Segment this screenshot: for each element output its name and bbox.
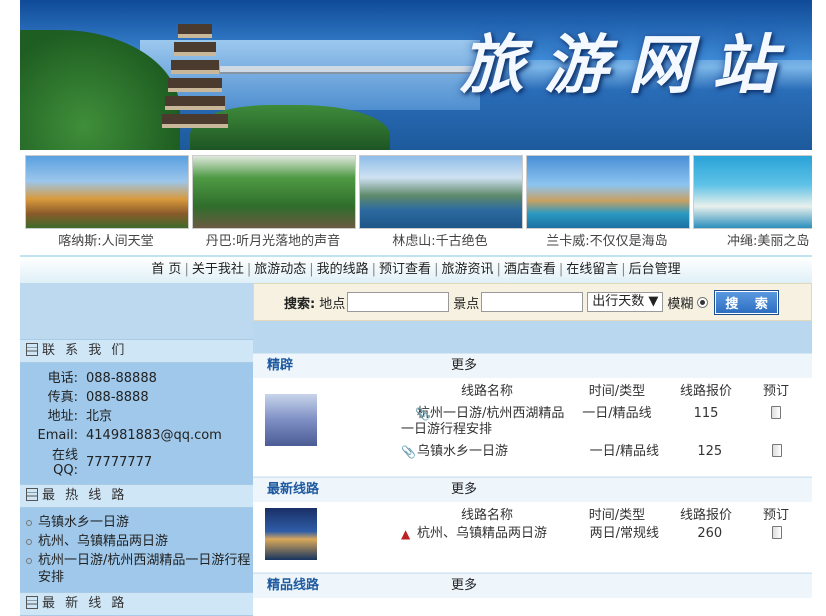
section-body: 线路名称 时间/类型 线路报价 预订 📎 杭州一日游/杭州西湖精品一日游行程安排 … — [253, 378, 812, 477]
book-icon[interactable] — [771, 406, 781, 419]
search-bar: 搜索: 地点 景点 出行天数 ▼ 模糊 搜 索 — [253, 283, 812, 321]
route-price: 260 — [697, 526, 723, 541]
book-icon[interactable] — [772, 444, 783, 457]
route-type: 两日/常规线 — [589, 526, 660, 541]
photo-kanas[interactable] — [25, 155, 189, 229]
contact-label: 地址: — [47, 409, 78, 424]
pagoda-image — [160, 14, 230, 139]
nav-hotels[interactable]: 酒店查看 — [504, 262, 556, 277]
contact-box: 电话: 088-88888 传真: 088-8888 地址: 北京 Email: 414… — [20, 363, 253, 484]
days-select[interactable]: 出行天数 ▼ — [587, 292, 664, 312]
nav-admin[interactable]: 后台管理 — [629, 262, 681, 277]
photo-danba[interactable] — [192, 155, 356, 229]
fuzzy-label: 模糊 — [667, 296, 694, 312]
section-header: 精品线路 更多 — [253, 573, 812, 598]
list-item[interactable]: 杭州、乌镇精品两日游 — [24, 533, 253, 550]
main-content: 搜索: 地点 景点 出行天数 ▼ 模糊 搜 索 精辟 更多 线路名称 时间/类型… — [253, 283, 812, 615]
up-arrow-icon: ▲ — [401, 527, 411, 541]
nav-my-routes[interactable]: 我的线路 — [317, 262, 369, 277]
spot-label: 景点 — [453, 296, 480, 312]
route-table: 线路名称 时间/类型 线路报价 预订 ▲ 杭州、乌镇精品两日游 两日/常规线 26… — [401, 506, 801, 560]
contact-label: 传真: — [47, 390, 78, 405]
location-label: 地点 — [319, 296, 346, 312]
contact-value: 北京 — [86, 409, 113, 424]
main-nav: 首 页 | 关于我社 | 旅游动态 | 我的线路 | 预订查看 | 旅游资讯 | 酒店查看 | 在线留言 | 后… — [20, 255, 812, 283]
more-link[interactable]: 更多 — [451, 354, 477, 378]
more-link[interactable]: 更多 — [451, 478, 477, 502]
photo-strip: 喀纳斯:人间天堂 丹巴:听月光落地的声音 林虑山:千古绝色 兰卡威:不仅仅是海岛… — [20, 152, 812, 252]
section-header: 最新线路 更多 — [253, 477, 812, 502]
contact-label: 在线QQ: — [51, 448, 78, 478]
route-type: 一日/精品线 — [582, 406, 652, 421]
list-icon — [26, 596, 38, 609]
photo-caption[interactable]: 丹巴:听月光落地的声音 — [190, 230, 356, 249]
section-title[interactable]: 精辟 — [267, 354, 451, 378]
photo-caption[interactable]: 冲绳:美丽之岛 — [691, 230, 812, 249]
site-title: 旅游网站 — [460, 28, 796, 103]
nav-messages[interactable]: 在线留言 — [566, 262, 618, 277]
route-name[interactable]: 乌镇水乡一日游 — [417, 444, 508, 459]
route-thumbnail[interactable] — [265, 394, 317, 446]
contact-label: Email: — [37, 428, 78, 443]
contact-heading: 联 系 我 们 — [20, 339, 253, 363]
table-row: ▲ 杭州、乌镇精品两日游 两日/常规线 260 — [401, 526, 801, 544]
route-table: 线路名称 时间/类型 线路报价 预订 📎 杭州一日游/杭州西湖精品一日游行程安排 … — [401, 382, 801, 468]
contact-value: 088-88888 — [86, 371, 157, 386]
nav-news[interactable]: 旅游动态 — [254, 262, 306, 277]
list-item[interactable]: 杭州一日游/杭州西湖精品一日游行程安排 — [24, 552, 253, 586]
location-input[interactable] — [347, 292, 450, 312]
list-item[interactable]: 乌镇水乡一日游 — [24, 514, 253, 531]
photo-linlv[interactable] — [359, 155, 523, 229]
route-price: 125 — [697, 444, 723, 459]
table-row: 📎 杭州一日游/杭州西湖精品一日游行程安排 一日/精品线 115 — [401, 406, 801, 438]
section-body: 线路名称 时间/类型 线路报价 预订 ▲ 杭州、乌镇精品两日游 两日/常规线 26… — [253, 502, 812, 573]
banner-bridge — [220, 66, 480, 74]
more-link[interactable]: 更多 — [451, 574, 477, 598]
search-button[interactable]: 搜 索 — [714, 289, 779, 315]
site-banner: 旅游网站 — [20, 0, 812, 150]
list-icon — [26, 343, 38, 356]
section-header: 精辟 更多 — [253, 353, 812, 378]
route-thumbnail[interactable] — [265, 508, 317, 560]
table-header: 线路名称 时间/类型 线路报价 预订 — [460, 384, 789, 399]
paperclip-icon: 📎 — [415, 407, 430, 421]
photo-okinawa[interactable] — [693, 155, 812, 229]
contact-value: 77777777 — [86, 455, 153, 470]
nav-home[interactable]: 首 页 — [151, 262, 181, 277]
search-label: 搜索: — [284, 296, 316, 312]
photo-caption[interactable]: 喀纳斯:人间天堂 — [23, 230, 189, 249]
spot-input[interactable] — [481, 292, 584, 312]
photo-langkawi[interactable] — [526, 155, 690, 229]
nav-about[interactable]: 关于我社 — [192, 262, 244, 277]
contact-label: 电话: — [47, 371, 78, 386]
list-icon — [26, 488, 38, 501]
hot-routes-list: 乌镇水乡一日游 杭州、乌镇精品两日游 杭州一日游/杭州西湖精品一日游行程安排 — [20, 508, 253, 592]
book-icon[interactable] — [772, 526, 783, 539]
nav-bookings[interactable]: 预订查看 — [379, 262, 431, 277]
sidebar: 联 系 我 们 电话: 088-88888 传真: 088-8888 地址: 北京 E… — [20, 283, 253, 616]
photo-caption[interactable]: 林虑山:千古绝色 — [357, 230, 523, 249]
section-title[interactable]: 最新线路 — [267, 478, 451, 502]
table-header: 线路名称 时间/类型 线路报价 预订 — [460, 508, 789, 523]
section-title[interactable]: 精品线路 — [267, 574, 451, 598]
fuzzy-radio[interactable] — [697, 296, 709, 308]
content-spacer — [253, 321, 812, 353]
route-name[interactable]: 杭州、乌镇精品两日游 — [417, 526, 547, 541]
route-price: 115 — [693, 406, 719, 421]
contact-value: 414981883@qq.com — [86, 428, 222, 443]
nav-info[interactable]: 旅游资讯 — [441, 262, 493, 277]
route-type: 一日/精品线 — [589, 444, 660, 459]
photo-caption[interactable]: 兰卡威:不仅仅是海岛 — [524, 230, 690, 249]
table-row: 📎 乌镇水乡一日游 一日/精品线 125 — [401, 444, 801, 462]
new-routes-heading: 最 新 线 路 — [20, 592, 253, 616]
paperclip-icon: 📎 — [401, 445, 416, 459]
hot-routes-heading: 最 热 线 路 — [20, 484, 253, 508]
contact-value: 088-8888 — [86, 390, 149, 405]
